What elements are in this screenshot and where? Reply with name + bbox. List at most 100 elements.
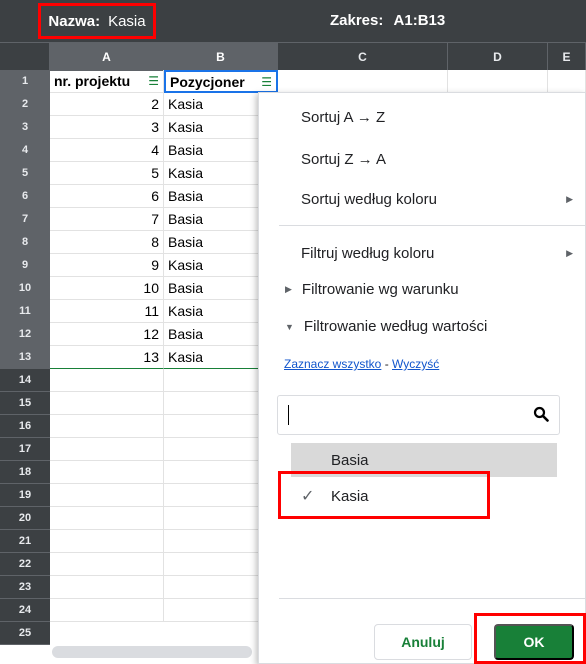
menu-sort-a-z[interactable]: Sortuj A → Z (301, 109, 573, 126)
menu-sort-by-color-label: Sortuj według koloru (301, 191, 437, 208)
collapse-triangle-icon: ▼ (285, 321, 294, 332)
row-header[interactable]: 24 (0, 599, 50, 622)
expand-triangle-icon: ▶ (285, 284, 292, 294)
row-header[interactable]: 17 (0, 438, 50, 461)
value-option-basia[interactable]: Basia (291, 443, 557, 477)
ok-button[interactable]: OK (494, 624, 574, 660)
row-header[interactable]: 3 (0, 116, 50, 139)
table-cell[interactable] (448, 70, 548, 93)
column-header-a[interactable]: A (50, 43, 164, 71)
menu-sort-z-a[interactable]: Sortuj Z → A (301, 151, 573, 168)
row-header[interactable]: 7 (0, 208, 50, 231)
table-cell[interactable]: 3 (50, 116, 164, 139)
row-header[interactable]: 18 (0, 461, 50, 484)
column-header-b[interactable]: B (164, 43, 278, 71)
table-header-row: nr. projektu ☰ Pozycjoner ☰ (50, 70, 586, 93)
select-links: Zaznacz wszystko - Wyczyść (284, 357, 439, 371)
table-cell[interactable] (278, 70, 448, 93)
table-cell[interactable] (50, 576, 164, 599)
table-cell[interactable]: 5 (50, 162, 164, 185)
menu-filter-by-condition-label: Filtrowanie wg warunku (301, 281, 459, 298)
filter-view-bar: Nazwa: Kasia Zakres: A1:B13 (0, 0, 586, 42)
table-cell[interactable]: 2 (50, 93, 164, 116)
table-cell[interactable]: 12 (50, 323, 164, 346)
table-cell[interactable] (50, 369, 164, 392)
row-header[interactable]: 14 (0, 369, 50, 392)
header-cell-a[interactable]: nr. projektu ☰ (50, 70, 164, 93)
table-cell[interactable] (50, 415, 164, 438)
menu-filter-by-values[interactable]: ▼ Filtrowanie według wartości (285, 318, 573, 335)
menu-divider (279, 598, 586, 599)
table-cell[interactable] (50, 599, 164, 622)
header-cell-b-label: Pozycjoner (170, 73, 245, 90)
table-cell[interactable]: 4 (50, 139, 164, 162)
menu-sort-by-color[interactable]: Sortuj według koloru ▶ (301, 191, 573, 208)
table-cell[interactable] (548, 70, 586, 93)
row-header[interactable]: 12 (0, 323, 50, 346)
select-all-corner[interactable] (0, 43, 50, 71)
table-cell[interactable]: 6 (50, 185, 164, 208)
header-cell-a-label: nr. projektu (54, 73, 131, 89)
row-header[interactable]: 23 (0, 576, 50, 599)
row-header[interactable]: 22 (0, 553, 50, 576)
table-cell[interactable]: 11 (50, 300, 164, 323)
table-cell[interactable]: 7 (50, 208, 164, 231)
clear-link[interactable]: Wyczyść (392, 357, 439, 371)
row-header[interactable]: 4 (0, 139, 50, 162)
row-header[interactable]: 1 (0, 70, 50, 93)
value-search-input[interactable] (277, 395, 560, 435)
column-headers: A B C D E (0, 42, 586, 71)
row-header[interactable]: 13 (0, 346, 50, 369)
menu-filter-by-values-label: Filtrowanie według wartości (303, 318, 488, 335)
filter-dropdown-panel: Sortuj A → Z Sortuj Z → A Sortuj według … (258, 92, 586, 664)
checkmark-icon[interactable]: ✓ (291, 486, 331, 506)
row-header[interactable]: 21 (0, 530, 50, 553)
table-cell[interactable] (50, 392, 164, 415)
column-header-e[interactable]: E (548, 43, 586, 71)
header-cell-b[interactable]: Pozycjoner ☰ (164, 70, 278, 93)
filter-name-value[interactable]: Kasia (108, 13, 146, 30)
table-cell[interactable] (50, 507, 164, 530)
table-cell[interactable] (50, 530, 164, 553)
row-header[interactable]: 2 (0, 93, 50, 116)
row-header[interactable]: 20 (0, 507, 50, 530)
table-cell[interactable] (50, 484, 164, 507)
menu-filter-by-condition[interactable]: ▶ Filtrowanie wg warunku (285, 281, 573, 298)
row-header[interactable]: 15 (0, 392, 50, 415)
value-option-kasia[interactable]: ✓ Kasia (291, 479, 557, 513)
table-cell[interactable]: 13 (50, 346, 164, 369)
column-header-d[interactable]: D (448, 43, 548, 71)
filter-range-value[interactable]: A1:B13 (394, 12, 446, 29)
row-header[interactable]: 6 (0, 185, 50, 208)
row-header[interactable]: 10 (0, 277, 50, 300)
search-icon[interactable] (533, 406, 549, 426)
row-header[interactable]: 19 (0, 484, 50, 507)
value-option-label: Basia (331, 451, 369, 469)
horizontal-scrollbar[interactable] (52, 646, 252, 658)
table-cell[interactable] (50, 438, 164, 461)
column-header-c[interactable]: C (278, 43, 448, 71)
table-cell[interactable]: 10 (50, 277, 164, 300)
filter-name-label: Nazwa: (48, 12, 101, 30)
table-cell[interactable] (50, 553, 164, 576)
table-cell[interactable]: 9 (50, 254, 164, 277)
row-header[interactable]: 25 (0, 622, 50, 645)
text-caret (288, 405, 289, 425)
filter-icon[interactable]: ☰ (148, 74, 159, 88)
row-header[interactable]: 9 (0, 254, 50, 277)
value-option-label: Kasia (331, 487, 369, 505)
filter-range[interactable]: Zakres: A1:B13 (330, 12, 445, 29)
row-header[interactable]: 11 (0, 300, 50, 323)
cancel-button[interactable]: Anuluj (374, 624, 472, 660)
table-cell[interactable]: 8 (50, 231, 164, 254)
row-header[interactable]: 16 (0, 415, 50, 438)
row-header[interactable]: 5 (0, 162, 50, 185)
filter-icon[interactable]: ☰ (261, 75, 272, 89)
table-cell[interactable] (50, 461, 164, 484)
row-header[interactable]: 8 (0, 231, 50, 254)
select-all-link[interactable]: Zaznacz wszystko (284, 357, 381, 371)
menu-filter-by-color[interactable]: Filtruj według koloru ▶ (301, 245, 573, 262)
submenu-arrow-icon: ▶ (566, 248, 573, 258)
filter-range-label: Zakres: (330, 12, 384, 29)
filter-name-box[interactable]: Nazwa: Kasia (38, 3, 156, 39)
